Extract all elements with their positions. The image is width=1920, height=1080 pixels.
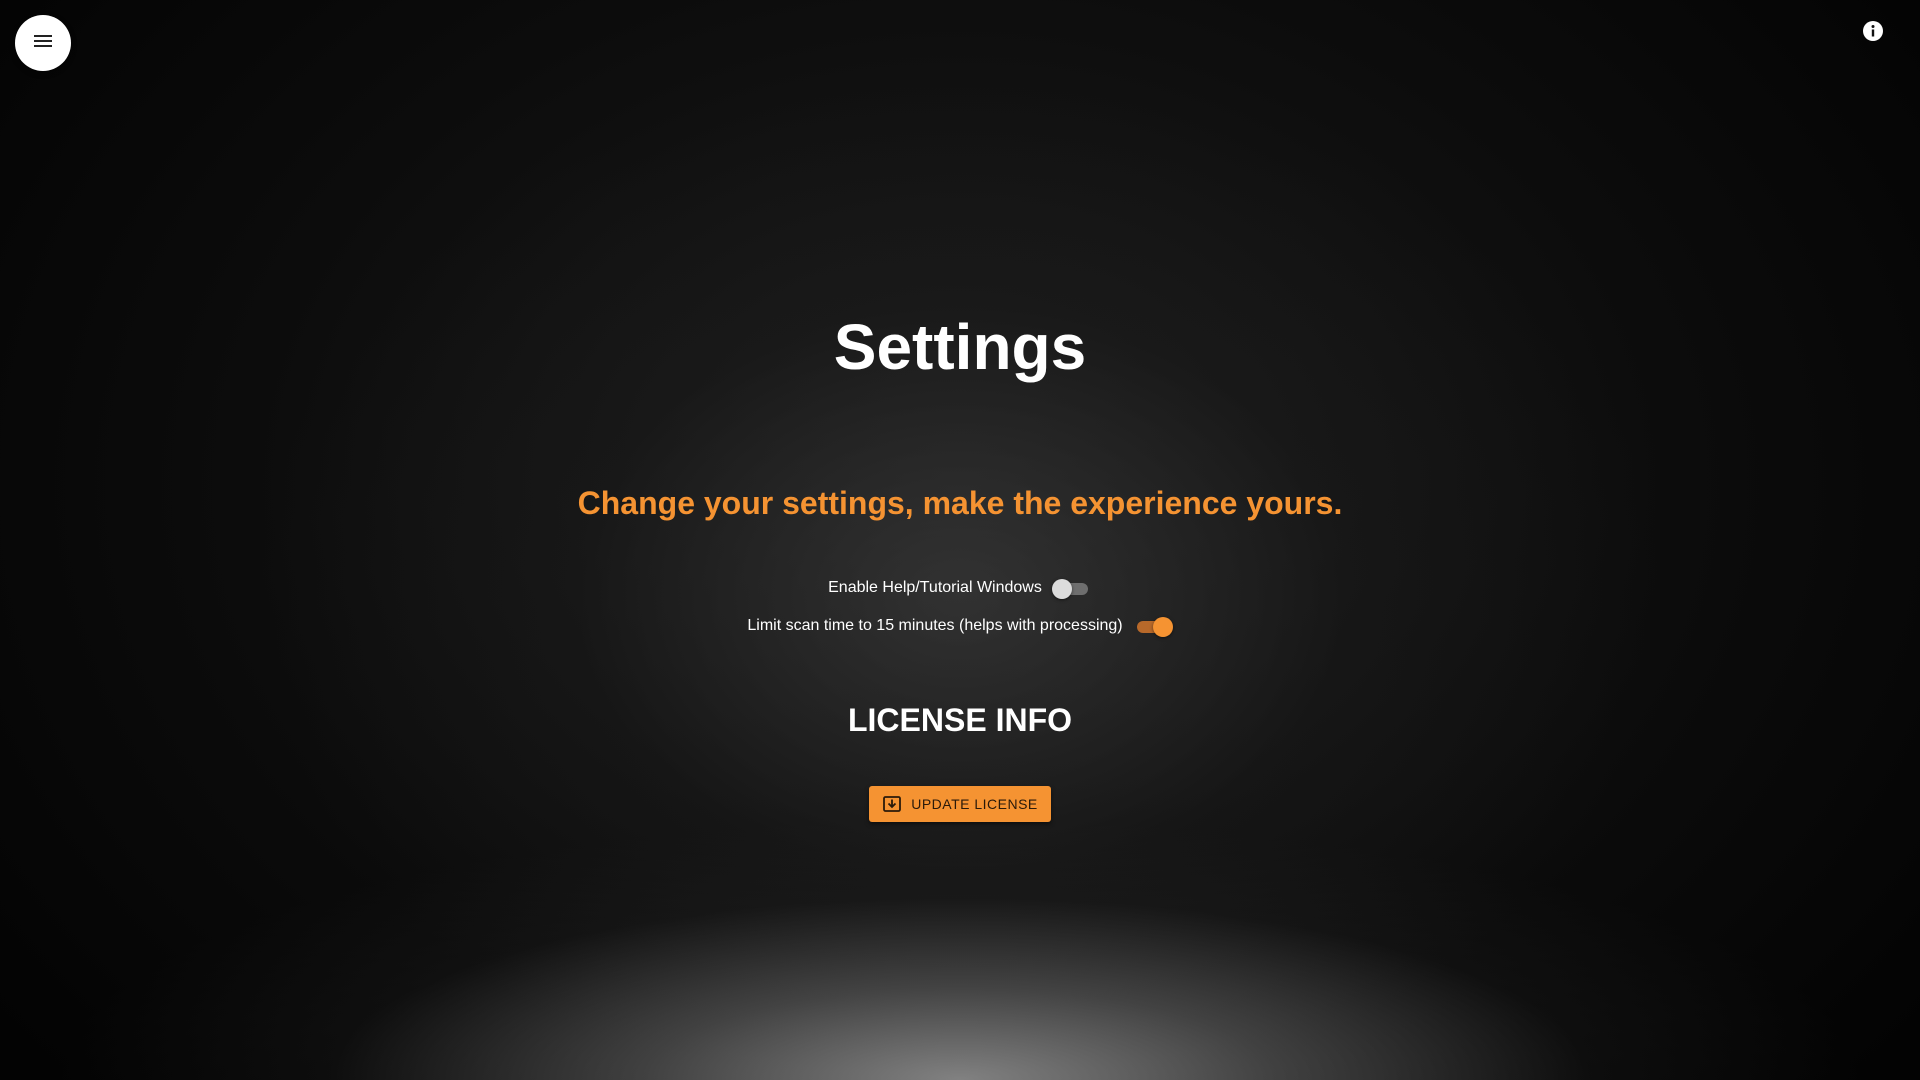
limit-scan-time-toggle[interactable]	[1133, 614, 1173, 638]
help-tutorial-toggle[interactable]	[1051, 576, 1092, 600]
setting-label-limit-scan-time: Limit scan time to 15 minutes (helps wit…	[747, 617, 1123, 634]
toggle-thumb	[1152, 617, 1173, 637]
page-subtitle: Change your settings, make the experienc…	[577, 485, 1343, 521]
license-info-heading: LICENSE INFO	[847, 702, 1072, 738]
setting-row-limit-scan-time: Limit scan time to 15 minutes (helps wit…	[0, 611, 1920, 641]
download-box-icon	[882, 794, 902, 814]
menu-button[interactable]	[15, 15, 71, 71]
setting-row-help-tutorial: Enable Help/Tutorial Windows	[0, 573, 1920, 603]
update-license-button[interactable]: UPDATE LICENSE	[869, 786, 1051, 822]
setting-label-help-tutorial: Enable Help/Tutorial Windows	[828, 579, 1042, 596]
info-button[interactable]	[1862, 20, 1884, 47]
page-title: Settings	[833, 311, 1087, 383]
hamburger-menu-icon	[33, 33, 53, 54]
update-license-label: UPDATE LICENSE	[911, 796, 1038, 812]
toggle-thumb	[1051, 579, 1072, 599]
info-icon	[1862, 20, 1884, 47]
